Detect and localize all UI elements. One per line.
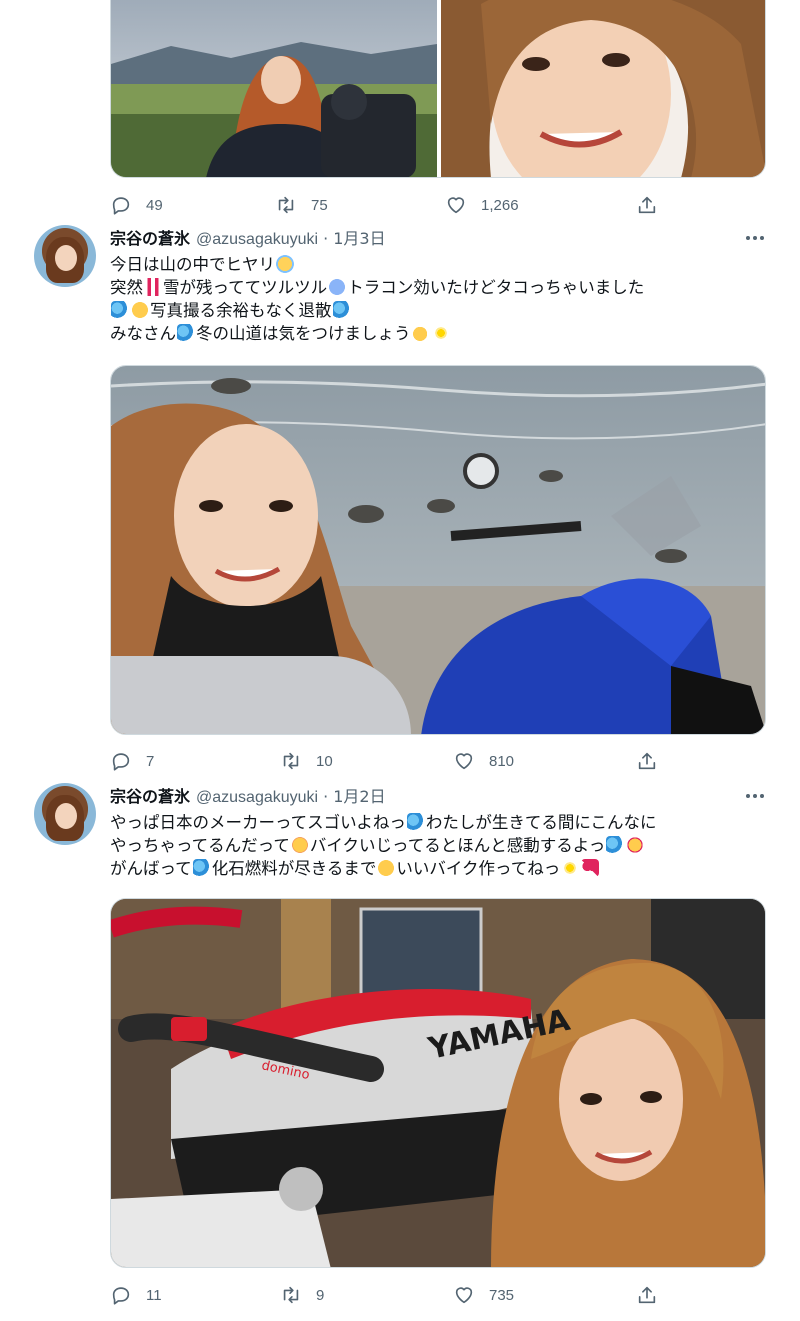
share-button[interactable]	[636, 1281, 658, 1309]
tweet-text-run: いいバイク作ってねっ	[396, 859, 561, 878]
tweet-text-line: みなさん 冬の山道は気をつけましょう	[110, 322, 770, 345]
tweet-text-run: 冬の山道は気をつけましょう	[196, 324, 411, 343]
heart-icon	[455, 1287, 473, 1304]
smile-emoji-icon	[290, 836, 309, 854]
retweet-button[interactable]: 9	[280, 1281, 324, 1309]
tweet0-photo-right[interactable]	[441, 0, 765, 177]
like-button[interactable]: 810	[453, 747, 514, 775]
reply-button[interactable]: 7	[110, 747, 154, 775]
heart-icon	[447, 197, 465, 214]
reply-count: 11	[146, 1286, 162, 1304]
tweet-text-run: 写真撮る余裕もなく退散	[150, 301, 332, 320]
tweet-text-run: やっちゃってるんだって	[110, 836, 290, 855]
tweet2-header: 宗谷の蒼氷 @azusagakuyuki · 1月2日	[110, 783, 386, 807]
sweat-emoji-icon	[111, 301, 129, 319]
share-icon	[638, 196, 656, 214]
retweet-icon	[283, 1286, 299, 1304]
reply-button[interactable]: 11	[110, 1281, 162, 1309]
display-name[interactable]: 宗谷の蒼氷	[110, 783, 190, 807]
avatar[interactable]	[34, 225, 96, 287]
reply-icon	[112, 197, 130, 215]
sweat-emoji-icon	[332, 301, 351, 319]
tweet-text-run: やっぱ日本のメーカーってスゴいよねっ	[110, 813, 406, 832]
tweet0-media	[110, 0, 766, 178]
tweet-text-line: やっちゃってるんだって バイクいじってるとほんと感動するよっ	[110, 834, 770, 857]
retweet-button[interactable]: 75	[275, 191, 328, 219]
share-icon	[638, 1286, 656, 1304]
tweet2-actions: 11 9 735	[110, 1281, 666, 1309]
reply-count: 49	[146, 196, 163, 214]
tweet0-photo-left[interactable]	[111, 0, 437, 177]
tweet1-header: 宗谷の蒼氷 @azusagakuyuki · 1月3日	[110, 225, 386, 249]
thumb-emoji-icon	[411, 324, 430, 342]
tweet-text-run: バイクいじってるとほんと感動するよっ	[309, 836, 606, 855]
tweet-text-run: トラコン効いたけどタコっちゃいました	[347, 278, 645, 297]
grin-emoji-icon	[131, 301, 149, 319]
avatar[interactable]	[34, 783, 96, 845]
tweet-text-run: みなさん	[110, 324, 176, 343]
display-name[interactable]: 宗谷の蒼氷	[110, 225, 190, 249]
reply-button[interactable]: 49	[110, 191, 163, 219]
tweet-text-run: がんばって	[110, 859, 192, 878]
tweet1-text: 今日は山の中でヒヤリ 突然 雪が残っててツルツル トラコン効いたけどタコっちゃいました…	[110, 253, 770, 345]
separator: ·	[323, 229, 329, 248]
share-icon	[638, 752, 656, 770]
tweet-text-line: 写真撮る余裕もなく退散	[110, 299, 770, 322]
cold-emoji-icon	[328, 278, 347, 296]
reply-icon	[112, 753, 130, 771]
tweet1-media[interactable]	[110, 365, 766, 735]
tweet2-media[interactable]: YAMAHA domino	[110, 898, 766, 1268]
tweet2-text: やっぱ日本のメーカーってスゴいよねっ わたしが生きてる間にこんなに やっちゃってるん…	[110, 811, 770, 880]
share-button[interactable]	[636, 747, 658, 775]
heart-icon	[455, 753, 473, 770]
tweet-text-line: やっぱ日本のメーカーってスゴいよねっ わたしが生きてる間にこんなに	[110, 811, 770, 834]
retweet-count: 9	[316, 1286, 325, 1304]
sweat-emoji-icon	[406, 813, 425, 831]
retweet-icon	[278, 196, 294, 214]
love-emoji-icon	[626, 836, 645, 854]
retweet-icon	[283, 752, 299, 770]
like-count: 735	[489, 1286, 515, 1304]
sweat-emoji-icon	[177, 324, 195, 342]
grin-emoji-icon	[377, 859, 396, 877]
sweat-emoji-icon	[192, 859, 211, 877]
tweet-text-line: 突然 雪が残っててツルツル トラコン効いたけどタコっちゃいました	[110, 276, 770, 299]
tweet-date[interactable]: 1月3日	[333, 225, 385, 249]
user-handle[interactable]: @azusagakuyuki	[196, 231, 318, 249]
tweet-text-line: 今日は山の中でヒヤリ	[110, 253, 770, 276]
sweat-emoji-icon	[606, 836, 625, 854]
tweet-text-run: 雪が残っててツルツル	[163, 278, 328, 297]
tweet-text-run: 今日は山の中でヒヤリ	[110, 255, 275, 274]
more-icon[interactable]	[740, 786, 770, 806]
tweet-date[interactable]: 1月2日	[333, 783, 385, 807]
reply-count: 7	[146, 752, 155, 770]
retweet-count: 75	[311, 196, 328, 214]
user-handle[interactable]: @azusagakuyuki	[196, 789, 318, 807]
bang-emoji-icon	[144, 278, 162, 296]
heart-emoji-icon	[581, 859, 600, 877]
tweet-text-run: 化石燃料が尽きるまで	[211, 859, 377, 878]
separator: ·	[323, 787, 329, 806]
tweet-text-line: がんばって 化石燃料が尽きるまで いいバイク作ってねっ	[110, 857, 770, 880]
like-button[interactable]: 1,266	[445, 191, 519, 219]
retweet-count: 10	[316, 752, 333, 770]
tweet0-actions: 49 75 1,266	[110, 191, 666, 219]
tweet1-photo[interactable]	[111, 366, 765, 734]
retweet-button[interactable]: 10	[280, 747, 333, 775]
spark-emoji-icon	[561, 859, 580, 877]
share-button[interactable]	[636, 191, 658, 219]
tweet-text-run: 突然	[110, 278, 143, 297]
tweet-text-run: わたしが生きてる間にこんなに	[425, 813, 657, 832]
scream-emoji-icon	[276, 255, 294, 273]
like-count: 1,266	[481, 196, 519, 214]
like-button[interactable]: 735	[453, 1281, 514, 1309]
tweet1-actions: 7 10 810	[110, 747, 666, 775]
reply-icon	[112, 1287, 130, 1305]
tweet2-photo[interactable]: YAMAHA domino	[111, 899, 765, 1267]
more-icon[interactable]	[740, 228, 770, 248]
spark-emoji-icon	[431, 324, 450, 342]
like-count: 810	[489, 752, 515, 770]
